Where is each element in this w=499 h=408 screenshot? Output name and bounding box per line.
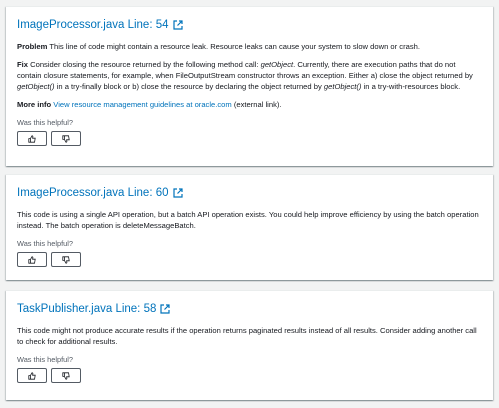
recommendation-text: This code might not produce accurate res… [17,326,477,346]
fix-text-1: Consider closing the resource returned b… [30,60,259,69]
thumbs-down-button[interactable] [51,131,81,146]
feedback-buttons [17,368,482,383]
thumbs-down-icon [62,371,70,380]
fix-method-2: getObject() [17,82,55,91]
more-info-suffix: (external link). [233,100,282,109]
thumbs-up-button[interactable] [17,252,47,267]
helpful-prompt: Was this helpful? [17,239,74,248]
recommendation-text: This code is using a single API operatio… [17,210,479,230]
recommendation-title-link[interactable]: ImageProcessor.java Line: 60 [17,187,169,199]
problem-label: Problem [17,42,48,51]
external-link-icon[interactable] [172,188,183,198]
thumbs-down-button[interactable] [51,368,81,383]
external-link-icon[interactable] [172,20,183,30]
helpful-prompt: Was this helpful? [17,118,74,127]
thumbs-down-icon [62,255,70,264]
recommendation-card: ImageProcessor.java Line: 54 Problem Thi… [6,6,493,166]
thumbs-down-button[interactable] [51,252,81,267]
fix-text-3: in a try-finally block or b) close the r… [56,82,322,91]
external-link-icon[interactable] [160,304,170,314]
fix-method-3: getObject() [323,82,362,91]
feedback-buttons [17,252,482,267]
fix-label: Fix [17,60,28,69]
thumbs-up-button[interactable] [17,131,47,146]
recommendations-list: ImageProcessor.java Line: 54 Problem Thi… [0,0,499,408]
fix-paragraph: Fix Consider closing the resource return… [17,59,482,92]
thumbs-up-icon [28,134,36,143]
thumbs-up-icon [28,371,36,380]
helpful-prompt: Was this helpful? [17,355,74,364]
recommendation-title-link[interactable]: ImageProcessor.java Line: 54 [17,19,169,31]
card-title-row: TaskPublisher.java Line: 58 [17,303,482,315]
guidelines-link[interactable]: View resource management guidelines at o… [53,100,231,109]
more-info-paragraph: More info View resource management guide… [17,99,482,110]
recommendation-card: TaskPublisher.java Line: 58 This code mi… [6,290,493,400]
recommendation-card: ImageProcessor.java Line: 60 This code i… [6,174,493,280]
fix-text-4: in a try-with-resources block. [363,82,461,91]
thumbs-up-button[interactable] [17,368,47,383]
fix-method-1: getObject [260,60,294,69]
problem-paragraph: Problem This line of code might contain … [17,41,482,52]
thumbs-down-icon [62,134,70,143]
thumbs-up-icon [28,255,36,264]
more-info-label: More info [17,100,52,109]
problem-text: This line of code might contain a resour… [49,42,420,51]
card-title-row: ImageProcessor.java Line: 54 [17,19,482,31]
recommendation-title-link[interactable]: TaskPublisher.java Line: 58 [17,303,156,315]
feedback-buttons [17,131,482,146]
card-title-row: ImageProcessor.java Line: 60 [17,187,482,199]
